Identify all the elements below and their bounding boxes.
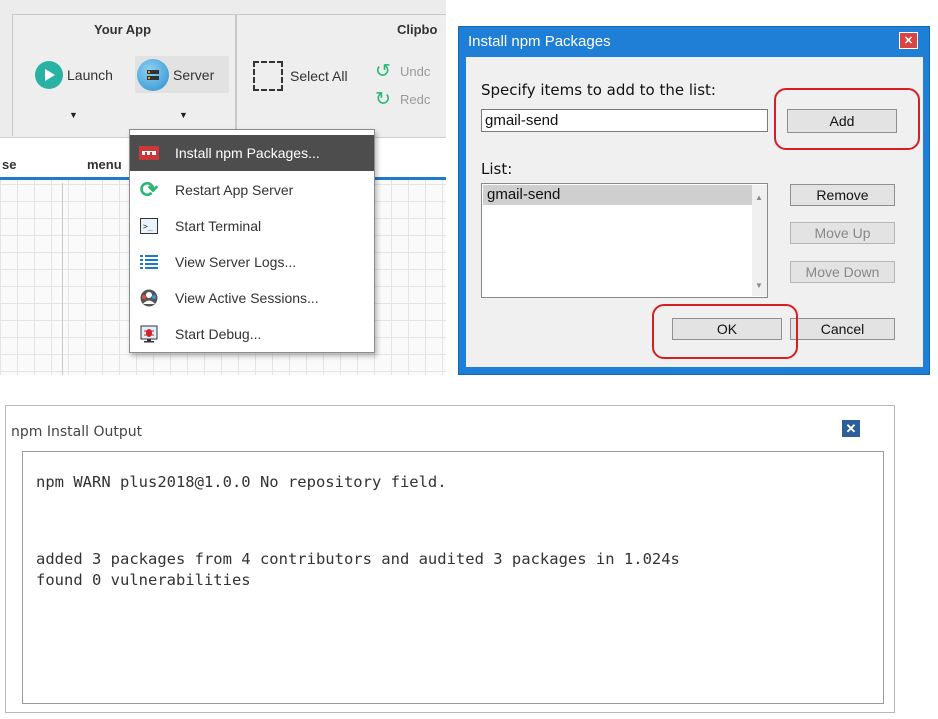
dialog-title: Install npm Packages [468,33,611,50]
refresh-icon: ⟳ [139,177,159,202]
clipboard-group-title: Clipbo [397,22,438,37]
menu-item-start-debug[interactable]: Start Debug... [130,316,374,352]
menu-item-label: Start Debug... [175,326,262,342]
launch-label: Launch [67,67,113,83]
output-text-area[interactable]: npm WARN plus2018@1.0.0 No repository fi… [22,451,884,704]
output-window-title: npm Install Output [11,424,143,440]
dialog-titlebar[interactable]: Install npm Packages ✕ [459,27,929,55]
list-label: List: [481,160,513,178]
your-app-group-title: Your App [94,22,152,37]
undo-label: Undc [400,64,431,79]
remove-button[interactable]: Remove [790,184,895,206]
terminal-icon: >_ [139,216,159,236]
cancel-button[interactable]: Cancel [790,318,895,340]
output-line: npm WARN plus2018@1.0.0 No repository fi… [36,473,447,491]
listbox-scrollbar[interactable]: ▲ ▼ [752,185,767,296]
select-all-label: Select All [290,68,348,84]
launch-button[interactable]: Launch [35,61,113,89]
server-chevron-down-icon[interactable]: ▼ [179,110,188,120]
sessions-icon [139,288,159,308]
redo-button[interactable]: ↻ Redc [375,88,430,111]
select-all-icon [253,61,283,91]
server-button[interactable]: Server [135,56,229,93]
menu-item-view-server-logs[interactable]: View Server Logs... [130,244,374,280]
debug-icon [139,324,159,344]
tab-menu[interactable]: menu [87,157,122,172]
ok-button[interactable]: OK [672,318,782,340]
close-icon[interactable]: ✕ [842,420,860,437]
close-icon[interactable]: ✕ [899,32,918,49]
server-label: Server [173,66,215,83]
menu-item-install-npm-packages[interactable]: Install npm Packages... [130,135,374,171]
add-button[interactable]: Add [787,109,897,133]
tab-se[interactable]: se [2,157,16,172]
scroll-down-icon[interactable]: ▼ [755,281,763,290]
output-line: found 0 vulnerabilities [36,571,251,589]
select-all-button[interactable]: Select All [253,61,348,91]
move-down-button[interactable]: Move Down [790,261,895,283]
move-up-button[interactable]: Move Up [790,222,895,244]
scroll-up-icon[interactable]: ▲ [755,193,763,202]
npm-icon [139,143,159,163]
play-icon [35,61,63,89]
list-item[interactable]: gmail-send [483,185,752,205]
dialog-body: Specify items to add to the list: Add Li… [466,57,923,367]
list-icon [139,252,159,272]
menu-item-label: Start Terminal [175,218,262,234]
ribbon-toolbar: Your App Launch ▼ Server ▼ Clipbo Select… [0,0,446,138]
canvas-divider [62,183,63,375]
menu-item-label: View Server Logs... [175,254,297,270]
launch-chevron-down-icon[interactable]: ▼ [69,110,78,120]
menu-item-view-active-sessions[interactable]: View Active Sessions... [130,280,374,316]
undo-button[interactable]: ↺ Undc [375,60,430,83]
undo-icon: ↺ [375,61,391,82]
redo-label: Redc [400,92,431,107]
svg-text:>_: >_ [143,222,153,231]
server-icon [137,58,169,91]
output-line: added 3 packages from 4 contributors and… [36,550,680,568]
menu-item-label: View Active Sessions... [175,290,319,306]
install-npm-packages-dialog: Install npm Packages ✕ Specify items to … [458,26,930,375]
server-dropdown-menu: Install npm Packages... ⟳ Restart App Se… [129,129,375,353]
package-listbox[interactable]: gmail-send ▲ ▼ [481,183,768,298]
package-name-input[interactable] [481,109,768,132]
menu-item-label: Install npm Packages... [175,145,320,161]
menu-item-label: Restart App Server [175,182,294,198]
npm-install-output-window: npm Install Output ✕ npm WARN plus2018@1… [5,405,895,713]
specify-items-label: Specify items to add to the list: [481,81,716,99]
ribbon-screenshot-panel: se menu Your App Launch ▼ Server ▼ Clipb… [0,0,446,375]
redo-icon: ↻ [375,89,391,110]
menu-item-restart-app-server[interactable]: ⟳ Restart App Server [130,172,374,208]
menu-item-start-terminal[interactable]: >_ Start Terminal [130,208,374,244]
